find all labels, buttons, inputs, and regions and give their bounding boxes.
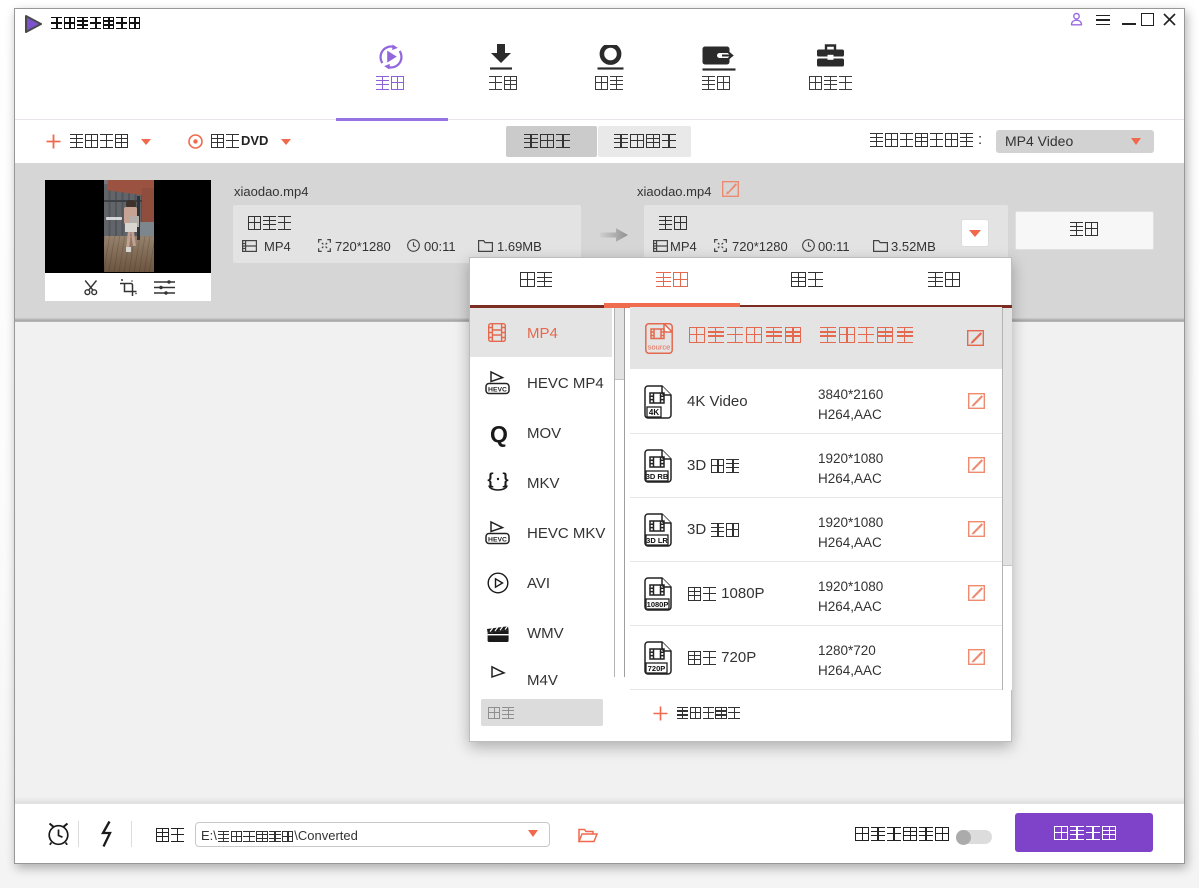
svg-text:1080P: 1080P: [647, 600, 669, 609]
svg-text:Q: Q: [490, 421, 508, 447]
svg-text:4K: 4K: [649, 408, 659, 417]
svg-text:HEVC: HEVC: [488, 386, 507, 393]
svg-text:HEVC: HEVC: [488, 536, 507, 543]
svg-text:3D RB: 3D RB: [646, 472, 669, 481]
svg-text:}: }: [502, 471, 508, 488]
svg-text:3D LR: 3D LR: [646, 536, 668, 545]
svg-text:{: {: [487, 471, 493, 488]
svg-text:source: source: [648, 343, 671, 352]
svg-text:720P: 720P: [648, 664, 666, 673]
